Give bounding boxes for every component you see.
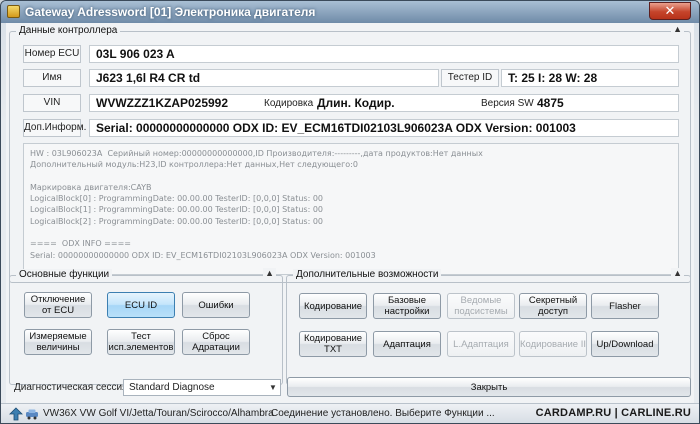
measured-values-button[interactable]: Измеряемые величины bbox=[24, 329, 92, 355]
up-download-button[interactable]: Up/Download bbox=[591, 331, 659, 357]
main-functions-group: Основные функции ▲ Отключение от ECU ECU… bbox=[9, 268, 283, 385]
ecu-id-button[interactable]: ECU ID bbox=[107, 292, 175, 318]
controller-data-group: Данные контроллера ▲ Номер ECU 03L 906 0… bbox=[9, 24, 691, 283]
title-bar: Gateway Adressword [01] Электроника двиг… bbox=[1, 1, 699, 23]
vin-value: WVWZZZ1KZAP025992 bbox=[96, 96, 229, 110]
subsystems-button[interactable]: Ведомые подсистемы bbox=[447, 293, 515, 319]
info-line: LogicalBlock[1] : ProgrammingDate: 00.00… bbox=[30, 205, 324, 215]
ecu-number-label: Номер ECU bbox=[23, 45, 81, 63]
name-value: J623 1,6l R4 CR td bbox=[89, 69, 439, 87]
sw-version-value: 4875 bbox=[537, 96, 564, 110]
ecu-number-value: 03L 906 023 A bbox=[89, 45, 679, 63]
collapse-arrow-icon[interactable]: ▲ bbox=[671, 268, 684, 278]
coding-label: Кодировка bbox=[264, 98, 314, 109]
collapse-arrow-icon[interactable]: ▲ bbox=[671, 24, 684, 34]
basic-settings-button[interactable]: Базовые настройки bbox=[373, 293, 441, 319]
errors-button[interactable]: Ошибки bbox=[182, 292, 250, 318]
adaptation-button[interactable]: Адаптация bbox=[373, 331, 441, 357]
car-icon bbox=[25, 407, 39, 421]
extra-info-value: Serial: 00000000000000 ODX ID: EV_ECM16T… bbox=[89, 119, 679, 137]
client-area: Данные контроллера ▲ Номер ECU 03L 906 0… bbox=[6, 23, 694, 419]
disconnect-ecu-button[interactable]: Отключение от ECU bbox=[24, 292, 92, 318]
info-line: Serial: 00000000000000 ODX ID: EV_ECM16T… bbox=[30, 250, 376, 260]
secure-access-button[interactable]: Секретный доступ bbox=[519, 293, 587, 319]
test-elements-button[interactable]: Тест исп.элементов bbox=[107, 329, 175, 355]
watermark: CARDAMP.RU | CARLINE.RU bbox=[535, 407, 691, 419]
l-adaptation-button[interactable]: L.Адаптация bbox=[447, 331, 515, 357]
info-line: Дополнительный модуль:H23,ID контроллера… bbox=[30, 160, 358, 170]
controller-info-text: HW : 03L906023A Серийный номер:000000000… bbox=[23, 143, 679, 275]
flasher-button[interactable]: Flasher bbox=[591, 293, 659, 319]
info-line: LogicalBlock[2] : ProgrammingDate: 00.00… bbox=[30, 216, 324, 226]
reset-adaptation-button[interactable]: Сброс Адратации bbox=[182, 329, 250, 355]
status-message: Соединение установлено. Выберите Функции… bbox=[271, 408, 495, 419]
tester-value: T: 25 I: 28 W: 28 bbox=[501, 69, 679, 87]
diag-session-value: Standard Diagnose bbox=[129, 382, 215, 393]
sw-version-label: Версия SW bbox=[481, 98, 534, 109]
info-line: ==== ODX INFO ==== bbox=[30, 239, 131, 249]
extra-functions-legend: Дополнительные возможности bbox=[293, 269, 442, 280]
diag-session-label: Диагностическая сессия bbox=[14, 382, 128, 393]
window-close-button[interactable]: ✕ bbox=[649, 2, 691, 20]
app-icon bbox=[7, 5, 20, 18]
app-window: Gateway Adressword [01] Электроника двиг… bbox=[0, 0, 700, 424]
tester-label: Тестер ID bbox=[441, 69, 499, 87]
status-bar: VW36X VW Golf VI/Jetta/Touran/Scirocco/A… bbox=[1, 403, 699, 423]
coding-2-button[interactable]: Кодирование II bbox=[519, 331, 587, 357]
window-title: Gateway Adressword [01] Электроника двиг… bbox=[25, 5, 316, 19]
close-button[interactable]: Закрыть bbox=[287, 377, 691, 397]
info-line: LogicalBlock[0] : ProgrammingDate: 00.00… bbox=[30, 194, 324, 204]
extra-functions-group: Дополнительные возможности ▲ Кодирование… bbox=[286, 268, 691, 385]
coding-txt-button[interactable]: Кодирование TXT bbox=[299, 331, 367, 357]
name-label: Имя bbox=[23, 69, 81, 87]
coding-value: Длин. Кодир. bbox=[317, 96, 395, 110]
main-functions-legend: Основные функции bbox=[16, 269, 113, 280]
chevron-down-icon: ▼ bbox=[269, 383, 277, 392]
collapse-arrow-icon[interactable]: ▲ bbox=[263, 268, 276, 278]
info-line bbox=[30, 227, 672, 238]
upload-arrow-icon bbox=[9, 407, 23, 421]
vehicle-text: VW36X VW Golf VI/Jetta/Touran/Scirocco/A… bbox=[43, 408, 274, 419]
coding-button[interactable]: Кодирование bbox=[299, 293, 367, 319]
info-line: Маркировка двигателя:CAYB bbox=[30, 182, 152, 192]
info-line bbox=[30, 171, 672, 182]
diag-session-select[interactable]: Standard Diagnose ▼ bbox=[123, 379, 281, 396]
extra-info-label: Доп.Информ. bbox=[23, 119, 86, 137]
vin-label: VIN bbox=[23, 94, 81, 112]
info-line: HW : 03L906023A Серийный номер:000000000… bbox=[30, 149, 483, 158]
controller-legend: Данные контроллера bbox=[16, 25, 121, 36]
